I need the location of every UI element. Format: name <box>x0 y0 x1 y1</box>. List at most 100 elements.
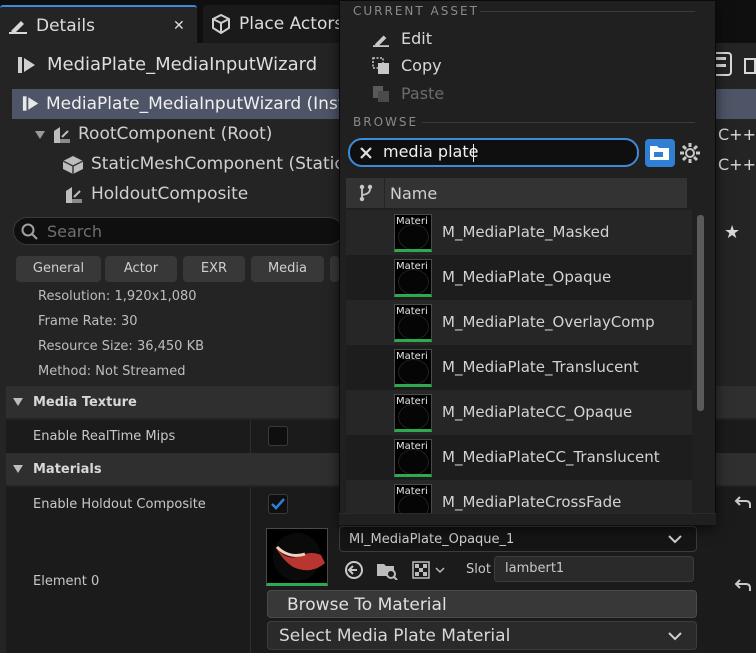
tree-item-label: StaticMeshComponent (StaticMesh) <box>91 154 341 174</box>
asset-row[interactable]: Materi M_MediaPlateCC_Opaque <box>346 390 692 435</box>
menu-paste[interactable]: Paste <box>340 82 715 108</box>
asset-search-input[interactable]: media plate <box>348 138 639 167</box>
thumbnail-type-label: Materi <box>396 486 428 497</box>
browse-folder-icon[interactable] <box>376 560 398 580</box>
close-icon[interactable]: ✕ <box>173 18 185 34</box>
collapse-arrow-icon[interactable] <box>34 130 46 140</box>
thumbnail-type-label: Materi <box>396 261 428 272</box>
prop-label: Enable RealTime Mips <box>33 429 176 444</box>
menu-copy[interactable]: Copy <box>340 54 715 80</box>
search-input[interactable]: Search <box>13 217 343 245</box>
star-icon[interactable]: ★ <box>724 222 740 243</box>
cpp-badge: C++ <box>718 155 756 174</box>
prop-label: Enable Holdout Composite <box>33 497 206 512</box>
material-thumbnail: Materi <box>394 349 432 387</box>
media-plate-icon <box>22 95 40 112</box>
frame-rate-text: Frame Rate: 30 <box>38 314 138 329</box>
asset-name: M_MediaPlateCrossFade <box>442 493 622 511</box>
material-thumbnail[interactable] <box>266 528 328 586</box>
select-media-plate-material-combo[interactable]: Select Media Plate Material <box>267 621 697 650</box>
divider <box>384 178 385 208</box>
search-icon <box>21 223 39 241</box>
popup-footer <box>339 513 716 525</box>
divider <box>250 420 251 453</box>
asset-name: M_MediaPlate_Opaque <box>442 268 612 286</box>
category-label: Media Texture <box>33 395 137 410</box>
pencil-icon <box>8 16 28 34</box>
material-preview-sphere <box>398 224 429 249</box>
tab-place-actors[interactable]: Place Actors <box>203 5 343 43</box>
actor-name: MediaPlate_MediaInputWizard <box>47 54 318 75</box>
thumbnail-type-label: Materi <box>396 441 428 452</box>
filter-general[interactable]: General <box>16 256 101 282</box>
reset-arrow-icon[interactable] <box>734 577 752 593</box>
menu-edit[interactable]: Edit <box>340 27 715 53</box>
filter-media[interactable]: Media <box>251 256 324 282</box>
menu-label: Copy <box>401 56 442 75</box>
button-label: Browse To Material <box>287 595 447 615</box>
place-actors-icon <box>211 14 231 34</box>
checker-options-icon[interactable] <box>412 560 446 580</box>
filter-actor[interactable]: Actor <box>105 256 177 282</box>
holdout-checkbox[interactable] <box>268 494 288 514</box>
scene-component-icon <box>50 125 72 145</box>
asset-row[interactable]: Materi M_MediaPlate_Opaque <box>346 255 692 300</box>
material-asset-combo[interactable]: MI_MediaPlate_Opaque_1 <box>339 526 697 552</box>
tree-item-label: RootComponent (Root) <box>78 124 273 144</box>
collapse-arrow-icon <box>12 397 24 407</box>
chevron-down-icon <box>668 632 682 641</box>
paste-icon <box>372 85 390 103</box>
branch-icon[interactable] <box>358 184 374 202</box>
gear-icon[interactable] <box>679 142 701 164</box>
browse-to-material-button[interactable]: Browse To Material <box>267 590 697 618</box>
media-plate-icon <box>17 56 37 74</box>
reset-arrow-icon[interactable] <box>734 494 752 510</box>
thumbnail-type-label: Materi <box>396 396 428 407</box>
asset-list-scrollbar[interactable] <box>697 215 704 411</box>
material-preview-sphere <box>398 359 429 384</box>
resource-size-text: Resource Size: 36,450 KB <box>38 339 205 354</box>
thumbnail-type-label: Materi <box>396 306 428 317</box>
slot-name-field[interactable]: lambert1 <box>494 556 694 582</box>
settings-edge-button[interactable] <box>744 58 756 74</box>
divider <box>480 11 695 12</box>
material-thumbnail: Materi <box>394 214 432 252</box>
material-thumbnail: Materi <box>394 439 432 477</box>
menu-label: Edit <box>401 29 432 48</box>
open-content-browser-button[interactable] <box>645 139 675 167</box>
filter-more[interactable] <box>330 256 339 282</box>
material-preview-sphere <box>398 449 429 474</box>
current-asset-heading: CURRENT ASSET <box>353 4 479 18</box>
material-preview-sphere <box>398 269 429 294</box>
tab-place-actors-label: Place Actors <box>239 14 344 34</box>
copy-icon <box>372 57 390 75</box>
asset-row[interactable]: Materi M_MediaPlateCC_Translucent <box>346 435 692 480</box>
filter-exr[interactable]: EXR <box>183 256 245 282</box>
realtime-mips-checkbox[interactable] <box>268 426 288 446</box>
divider <box>250 487 251 521</box>
asset-name: M_MediaPlate_Translucent <box>442 358 639 376</box>
asset-row[interactable]: Materi M_MediaPlate_Masked <box>346 210 692 255</box>
material-thumbnail: Materi <box>394 304 432 342</box>
asset-row[interactable]: Materi M_MediaPlate_Translucent <box>346 345 692 390</box>
chevron-down-icon <box>668 535 682 544</box>
thumbnail-type-label: Materi <box>396 351 428 362</box>
menu-label: Paste <box>401 84 445 103</box>
divider <box>250 521 251 653</box>
clear-icon[interactable] <box>359 146 373 160</box>
name-column-header[interactable]: Name <box>390 184 437 203</box>
asset-row[interactable]: Materi M_MediaPlate_OverlayComp <box>346 300 692 345</box>
tab-details[interactable]: Details ✕ <box>0 5 197 43</box>
asset-name: M_MediaPlate_OverlayComp <box>442 313 655 331</box>
tree-item-label: HoldoutComposite <box>91 184 249 204</box>
tab-details-label: Details <box>36 16 95 36</box>
material-preview-sphere <box>398 314 429 339</box>
use-selected-icon[interactable] <box>344 560 364 580</box>
divider <box>422 122 695 123</box>
cpp-badge: C++ <box>718 125 756 144</box>
material-thumbnail: Materi <box>394 394 432 432</box>
search-placeholder: Search <box>47 222 102 241</box>
pencil-icon <box>372 31 390 47</box>
asset-name: M_MediaPlateCC_Translucent <box>442 448 660 466</box>
slot-label: Slot <box>466 562 491 577</box>
